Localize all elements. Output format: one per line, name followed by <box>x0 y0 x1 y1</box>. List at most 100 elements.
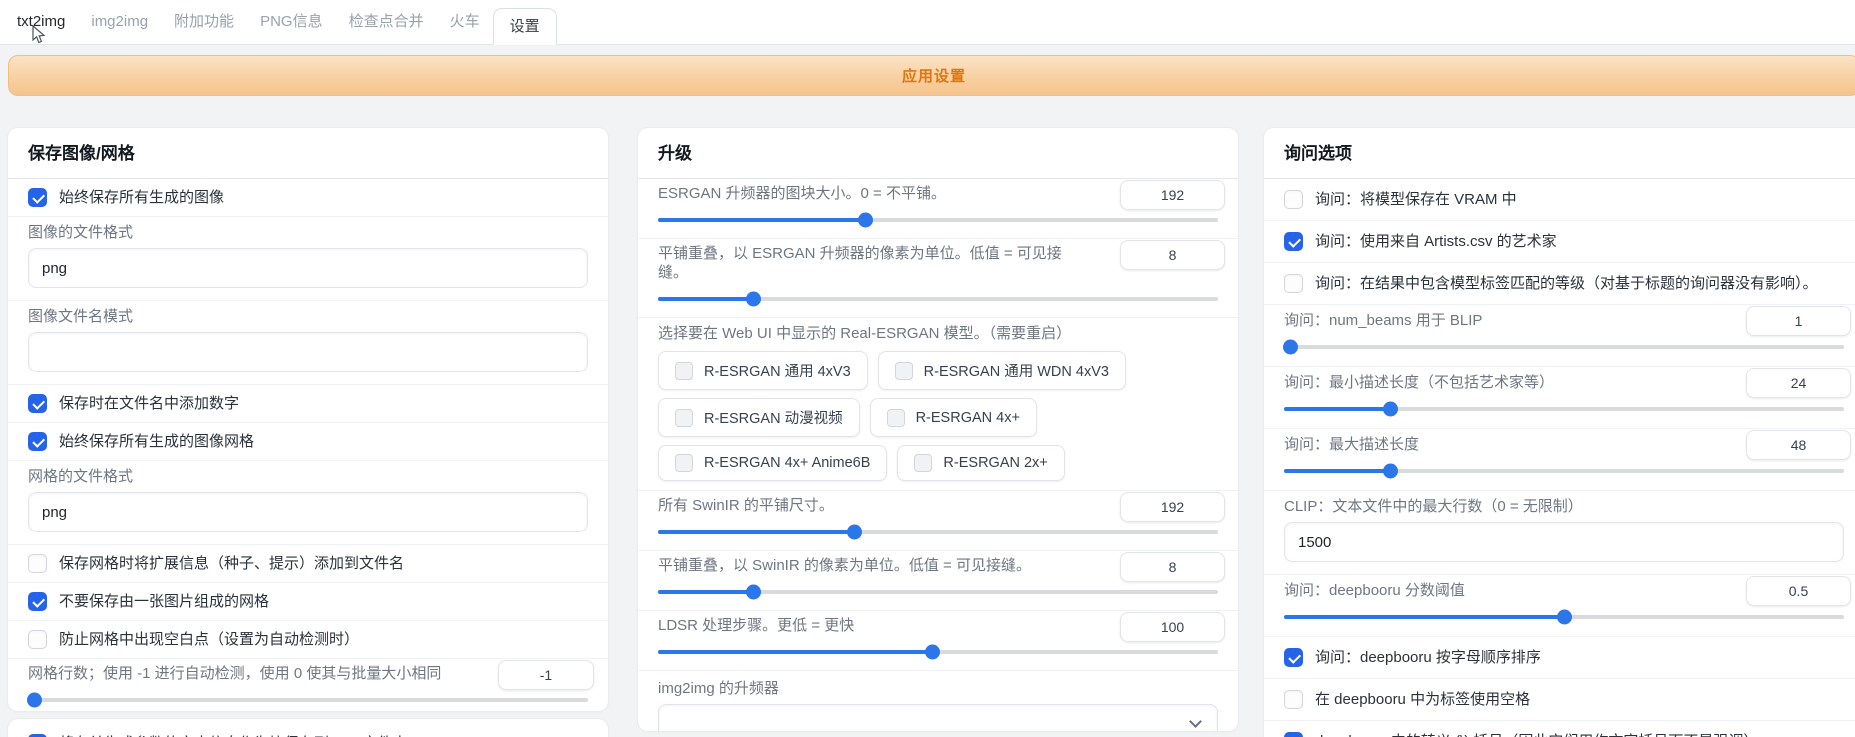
image-format-input[interactable] <box>28 248 588 288</box>
field-label: 网格的文件格式 <box>28 467 588 486</box>
setting-interrogate-keep-vram: 询问：将模型保存在 VRAM 中 <box>1264 179 1855 220</box>
slider-track <box>1284 469 1844 474</box>
chip-r-esrgan-4x[interactable]: R-ESRGAN 4x+ <box>870 398 1037 437</box>
checkbox-label: 询问：deepbooru 按字母顺序排序 <box>1315 648 1541 667</box>
slider-track <box>658 590 1218 595</box>
setting-img2img-upscaler: img2img 的升频器 <box>638 670 1238 731</box>
artists-csv-checkbox[interactable] <box>1284 232 1303 251</box>
checkbox-label: 在 deepbooru 中为标签使用空格 <box>1315 690 1530 709</box>
setting-grid-extended-info: 保存网格时将扩展信息（种子、提示）添加到文件名 <box>8 544 608 582</box>
setting-esrgan-tile-size: ESRGAN 升频器的图块大小。0 = 不平铺。 192 <box>638 179 1238 238</box>
slider-track <box>1284 345 1844 350</box>
apply-settings-button[interactable]: 应用设置 <box>8 55 1855 96</box>
no-single-image-grid-checkbox[interactable] <box>28 592 47 611</box>
checkbox-label: 始终保存所有生成的图像网格 <box>59 432 254 451</box>
slider-track <box>658 650 1218 655</box>
setting-always-save-grids: 始终保存所有生成的图像网格 <box>8 422 608 460</box>
chip-checkbox <box>887 409 905 427</box>
tab-bar: txt2img img2img 附加功能 PNG信息 检查点合并 火车 设置 <box>0 0 1855 45</box>
chip-label: R-ESRGAN 通用 WDN 4xV3 <box>924 360 1109 381</box>
include-ranks-checkbox[interactable] <box>1284 274 1303 293</box>
checkbox-label: 询问：在结果中包含模型标签匹配的等级（对基于标题的询问器没有影响）。 <box>1315 274 1818 293</box>
checkbox-label: 始终保存所有生成的图像 <box>59 188 224 207</box>
panel-interrogate-options: 询问选项 询问：将模型保存在 VRAM 中 询问：使用来自 Artists.cs… <box>1264 128 1855 737</box>
num-beams-slider[interactable] <box>1284 339 1844 355</box>
checkbox-label: 保存时在文件名中添加数字 <box>59 394 239 413</box>
chip-r-esrgan-4x-anime6b[interactable]: R-ESRGAN 4x+ Anime6B <box>658 445 887 481</box>
tab-train[interactable]: 火车 <box>437 0 493 44</box>
swinir-overlap-slider[interactable] <box>658 584 1218 600</box>
keep-vram-checkbox[interactable] <box>1284 190 1303 209</box>
num-beams-number-input[interactable]: 1 <box>1746 306 1851 336</box>
deepbooru-sort-checkbox[interactable] <box>1284 648 1303 667</box>
esrgan-tile-slider[interactable] <box>658 212 1218 228</box>
chip-label: R-ESRGAN 4x+ Anime6B <box>704 455 870 471</box>
setting-add-number-to-filename: 保存时在文件名中添加数字 <box>8 384 608 422</box>
apply-settings-label: 应用设置 <box>902 65 966 86</box>
min-length-slider[interactable] <box>1284 401 1844 417</box>
panel-title: 询问选项 <box>1284 128 1844 164</box>
deepbooru-spaces-checkbox[interactable] <box>1284 690 1303 709</box>
filename-pattern-input[interactable] <box>28 332 588 372</box>
setting-deepbooru-threshold: 询问：deepbooru 分数阈值 0.5 <box>1264 574 1855 636</box>
checkbox-label: 询问：将模型保存在 VRAM 中 <box>1315 190 1517 209</box>
grid-format-input[interactable] <box>28 492 588 532</box>
setting-interrogate-artists-csv: 询问：使用来自 Artists.csv 的艺术家 <box>1264 220 1855 262</box>
panel-save-params: 将有关生成参数的文本信息作为块保存到 png 文件中 <box>8 719 608 737</box>
deepbooru-escape-checkbox[interactable] <box>1284 732 1303 737</box>
setting-max-description-length: 询问：最大描述长度 48 <box>1264 428 1855 490</box>
tab-img2img[interactable]: img2img <box>78 0 161 44</box>
add-number-checkbox[interactable] <box>28 394 47 413</box>
clip-max-lines-input[interactable] <box>1284 522 1844 562</box>
max-length-slider[interactable] <box>1284 463 1844 479</box>
min-length-number-input[interactable]: 24 <box>1746 368 1851 398</box>
panel-title: 升级 <box>658 128 1218 164</box>
field-label: CLIP：文本文件中的最大行数（0 = 无限制） <box>1284 497 1844 516</box>
field-label: 选择要在 Web UI 中显示的 Real-ESRGAN 模型。（需要重启） <box>658 324 1218 343</box>
deepbooru-threshold-number-input[interactable]: 0.5 <box>1746 576 1851 606</box>
swinir-overlap-number-input[interactable]: 8 <box>1120 552 1225 582</box>
esrgan-overlap-number-input[interactable]: 8 <box>1120 240 1225 270</box>
setting-clip-max-lines: CLIP：文本文件中的最大行数（0 = 无限制） <box>1264 490 1855 574</box>
deepbooru-threshold-slider[interactable] <box>1284 609 1844 625</box>
grid-extended-info-checkbox[interactable] <box>28 554 47 573</box>
setting-png-chunks: 将有关生成参数的文本信息作为块保存到 png 文件中 <box>8 725 608 737</box>
max-length-number-input[interactable]: 48 <box>1746 430 1851 460</box>
setting-deepbooru-escape-brackets: deepbooru 中的转义 (\) 括号（因此它们用作文字括号而不是强调） <box>1264 720 1855 737</box>
tab-extras[interactable]: 附加功能 <box>161 0 247 44</box>
chevron-down-icon <box>1189 715 1202 728</box>
grid-rows-slider[interactable] <box>28 692 588 708</box>
setting-min-description-length: 询问：最小描述长度（不包括艺术家等） 24 <box>1264 366 1855 428</box>
grid-rows-number-input[interactable]: -1 <box>498 660 594 690</box>
setting-swinir-tile-overlap: 平铺重叠，以 SwinIR 的像素为单位。低值 = 可见接缝。 8 <box>638 550 1238 610</box>
always-save-images-checkbox[interactable] <box>28 188 47 207</box>
chip-r-esrgan-animevideo[interactable]: R-ESRGAN 动漫视频 <box>658 398 860 437</box>
chip-r-esrgan-2x[interactable]: R-ESRGAN 2x+ <box>897 445 1064 481</box>
esrgan-overlap-slider[interactable] <box>658 291 1218 307</box>
always-save-grids-checkbox[interactable] <box>28 432 47 451</box>
setting-always-save-images: 始终保存所有生成的图像 <box>8 179 608 216</box>
slider-track <box>658 530 1218 535</box>
slider-track <box>28 698 588 703</box>
img2img-upscaler-select[interactable] <box>658 704 1218 731</box>
chip-r-esrgan-general-wdn-4xv3[interactable]: R-ESRGAN 通用 WDN 4xV3 <box>878 351 1126 390</box>
swinir-tile-number-input[interactable]: 192 <box>1120 492 1225 522</box>
setting-num-beams-blip: 询问：num_beams 用于 BLIP 1 <box>1264 304 1855 366</box>
checkbox-label: 询问：使用来自 Artists.csv 的艺术家 <box>1315 232 1557 251</box>
setting-grid-row-count: 网格行数；使用 -1 进行自动检测，使用 0 使其与批量大小相同 -1 <box>8 658 608 711</box>
mouse-cursor-icon <box>31 25 46 50</box>
tab-checkpoint-merger[interactable]: 检查点合并 <box>336 0 437 44</box>
prevent-empty-spots-checkbox[interactable] <box>28 630 47 649</box>
ldsr-steps-number-input[interactable]: 100 <box>1120 612 1225 642</box>
tab-settings[interactable]: 设置 <box>493 8 557 45</box>
setting-prevent-empty-spots: 防止网格中出现空白点（设置为自动检测时） <box>8 620 608 658</box>
ldsr-steps-slider[interactable] <box>658 644 1218 660</box>
esrgan-tile-number-input[interactable]: 192 <box>1120 180 1225 210</box>
tab-png-info[interactable]: PNG信息 <box>247 0 336 44</box>
setting-deepbooru-sort-alpha: 询问：deepbooru 按字母顺序排序 <box>1264 636 1855 678</box>
swinir-tile-slider[interactable] <box>658 524 1218 540</box>
panel-title: 保存图像/网格 <box>28 128 588 164</box>
field-label: img2img 的升频器 <box>658 679 1218 698</box>
chip-label: R-ESRGAN 通用 4xV3 <box>704 360 851 381</box>
chip-r-esrgan-general-4xv3[interactable]: R-ESRGAN 通用 4xV3 <box>658 351 868 390</box>
